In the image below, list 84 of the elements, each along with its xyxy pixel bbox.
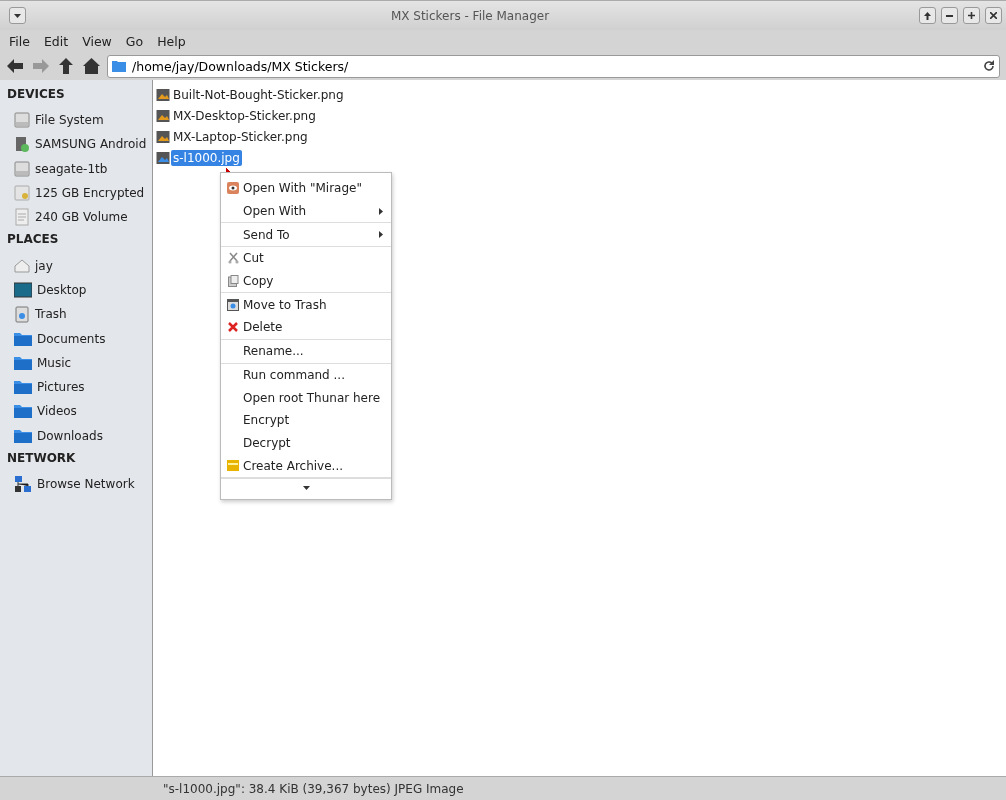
image-file-icon bbox=[156, 150, 170, 165]
menu-item[interactable]: Send To bbox=[243, 227, 375, 242]
sidebar-item[interactable]: Music bbox=[37, 355, 72, 370]
drive-icon bbox=[14, 111, 30, 130]
caret-icon bbox=[14, 13, 21, 18]
section-heading: NETWORK bbox=[6, 449, 77, 467]
sidebar-item[interactable]: Videos bbox=[37, 404, 77, 419]
folder-icon bbox=[14, 403, 32, 420]
sidebar-item[interactable]: Documents bbox=[37, 331, 106, 346]
back-arrow-icon bbox=[7, 59, 23, 73]
copy-icon bbox=[227, 275, 239, 288]
file-name[interactable]: MX-Desktop-Sticker.png bbox=[171, 107, 318, 124]
up-arrow-icon bbox=[924, 11, 931, 20]
location-bar[interactable]: /home/jay/Downloads/MX Stickers/ bbox=[107, 54, 1000, 78]
folder-icon bbox=[112, 60, 126, 72]
plus-icon bbox=[968, 12, 975, 19]
menu-item[interactable]: File bbox=[2, 33, 37, 49]
menu-item[interactable]: Encrypt bbox=[243, 413, 383, 428]
eye-icon bbox=[227, 182, 239, 195]
network-icon bbox=[14, 475, 32, 493]
menu-item[interactable]: Copy bbox=[243, 274, 383, 289]
file-name[interactable]: s-l1000.jpg bbox=[171, 149, 242, 166]
minimize-button[interactable] bbox=[941, 7, 958, 24]
submenu-arrow-icon bbox=[379, 207, 383, 215]
menu-item[interactable]: Help bbox=[150, 33, 193, 49]
reload-icon bbox=[983, 60, 995, 72]
menu-item[interactable]: Rename... bbox=[243, 344, 383, 359]
maximize-button[interactable] bbox=[963, 7, 980, 24]
sidebar-item[interactable]: File System bbox=[35, 113, 104, 128]
sidebar-item[interactable]: seagate-1tb bbox=[35, 161, 108, 176]
drive-lock-icon bbox=[14, 184, 30, 203]
status-bar-text: "s-l1000.jpg": 38.4 KiB (39,367 bytes) JPEG Image bbox=[0, 776, 1006, 800]
image-file-icon bbox=[156, 108, 170, 123]
sidebar-item[interactable]: Downloads bbox=[37, 428, 103, 443]
scroll-down-caret-icon bbox=[302, 485, 310, 490]
menu-item[interactable]: Decrypt bbox=[243, 435, 383, 450]
sidebar-item[interactable]: Desktop bbox=[37, 282, 87, 297]
close-button[interactable] bbox=[985, 7, 1002, 24]
sidebar-item[interactable]: Pictures bbox=[37, 380, 85, 395]
menu-item[interactable]: Open root Thunar here bbox=[243, 390, 383, 405]
menu-item[interactable]: Edit bbox=[36, 33, 76, 49]
menu-item[interactable]: Run command ... bbox=[243, 367, 383, 382]
drive-icon bbox=[14, 159, 30, 178]
folder-icon bbox=[14, 354, 32, 371]
menu-item[interactable]: Create Archive... bbox=[243, 458, 383, 473]
trash-icon bbox=[227, 298, 239, 311]
sidebar-item[interactable]: jay bbox=[35, 258, 53, 273]
minus-icon bbox=[946, 14, 953, 17]
section-heading: DEVICES bbox=[6, 86, 66, 103]
sidebar-item[interactable]: 240 GB Volume bbox=[35, 210, 128, 225]
close-icon bbox=[990, 12, 997, 19]
folder-icon bbox=[14, 379, 32, 396]
image-file-icon bbox=[156, 87, 170, 102]
menu-item[interactable]: View bbox=[75, 33, 119, 49]
forward-arrow-icon bbox=[33, 59, 49, 73]
device-icon bbox=[14, 135, 30, 154]
window-title: MX Stickers - File Manager bbox=[389, 8, 551, 23]
menu-item[interactable]: Delete bbox=[243, 320, 383, 335]
window-menu-button[interactable] bbox=[9, 7, 26, 24]
submenu-arrow-icon bbox=[379, 231, 383, 239]
home-icon bbox=[83, 58, 100, 74]
scissors-icon bbox=[227, 252, 239, 265]
folder-icon bbox=[14, 330, 32, 347]
sidebar-item[interactable]: SAMSUNG Android bbox=[35, 137, 147, 152]
menu-item[interactable]: Open With bbox=[243, 204, 375, 219]
menu-item[interactable]: Go bbox=[118, 33, 151, 49]
folder-icon bbox=[14, 427, 32, 444]
file-name[interactable]: Built-Not-Bought-Sticker.png bbox=[171, 86, 346, 103]
archive-icon bbox=[227, 460, 239, 472]
volume-icon bbox=[14, 208, 30, 227]
section-heading: PLACES bbox=[6, 231, 60, 249]
menu-item[interactable]: Move to Trash bbox=[243, 297, 383, 312]
sidebar-item[interactable]: Browse Network bbox=[37, 477, 135, 491]
image-file-icon bbox=[156, 129, 170, 144]
trash-icon bbox=[14, 305, 30, 324]
shade-button[interactable] bbox=[919, 7, 936, 24]
desktop-icon bbox=[14, 281, 32, 298]
sidebar-item[interactable]: 125 GB Encrypted bbox=[35, 186, 145, 201]
file-name[interactable]: MX-Laptop-Sticker.png bbox=[171, 128, 310, 145]
up-arrow-icon bbox=[59, 58, 73, 74]
delete-icon bbox=[228, 322, 238, 333]
menu-item[interactable]: Open With "Mirage" bbox=[243, 181, 383, 196]
sidebar-item[interactable]: Trash bbox=[35, 307, 67, 322]
menu-item[interactable]: Cut bbox=[243, 251, 383, 266]
